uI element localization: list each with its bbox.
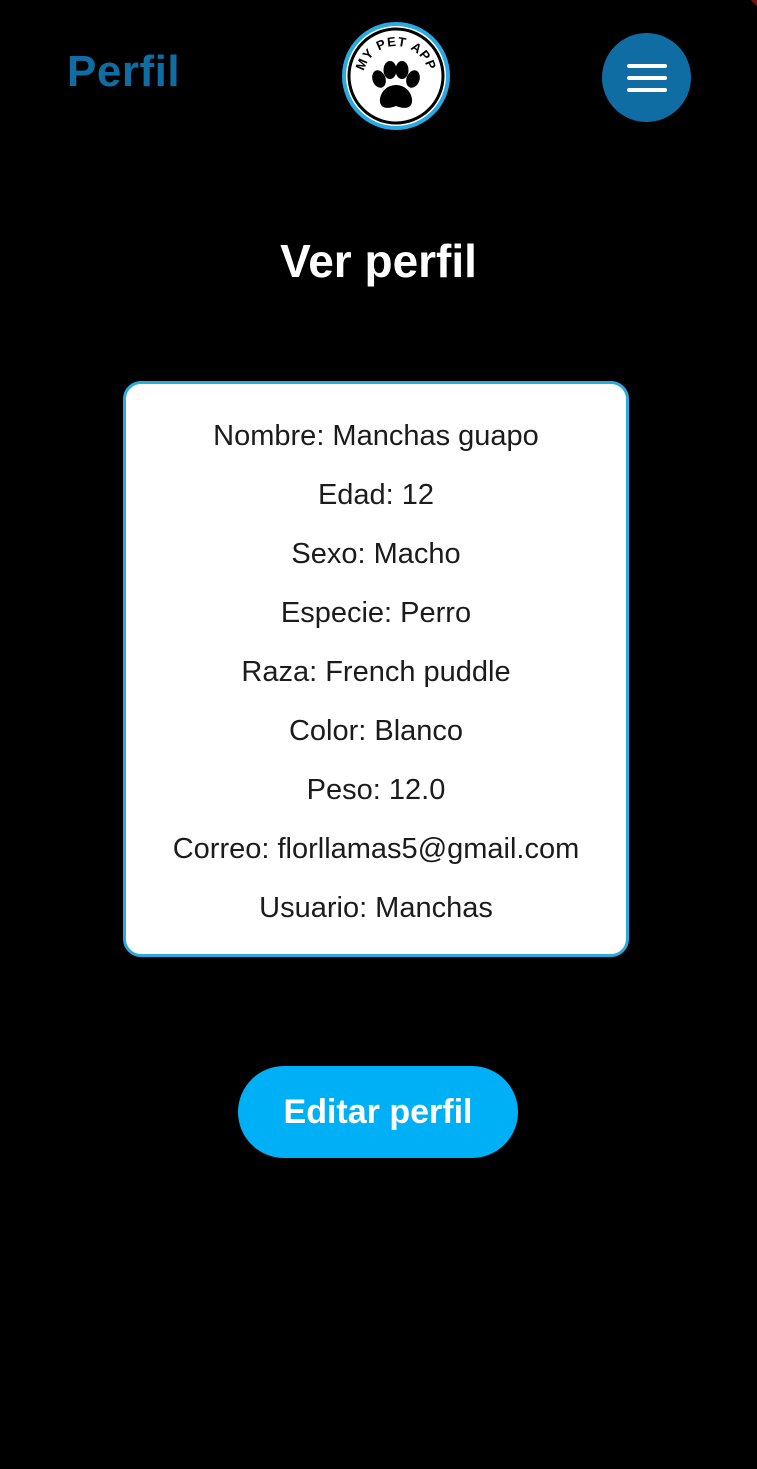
profile-weight: Peso: 12.0 xyxy=(306,774,446,806)
app-logo[interactable]: MY PET APP xyxy=(341,21,451,131)
profile-name: Nombre: Manchas guapo xyxy=(213,420,539,452)
edit-profile-button[interactable]: Editar perfil xyxy=(238,1066,518,1158)
profile-breed: Raza: French puddle xyxy=(241,656,511,688)
paw-icon: MY PET APP xyxy=(342,22,450,130)
profile-username: Usuario: Manchas xyxy=(259,892,493,924)
window-corner-mark xyxy=(747,0,757,10)
profile-card: Nombre: Manchas guapo Edad: 12 Sexo: Mac… xyxy=(123,381,629,957)
header-title: Perfil xyxy=(67,47,181,96)
profile-color: Color: Blanco xyxy=(288,715,464,747)
menu-button[interactable] xyxy=(602,33,691,122)
profile-age: Edad: 12 xyxy=(317,479,435,511)
profile-species: Especie: Perro xyxy=(280,597,472,629)
profile-email: Correo: florllamas5@gmail.com xyxy=(172,833,580,865)
profile-sex: Sexo: Macho xyxy=(291,538,461,570)
hamburger-menu-icon xyxy=(626,63,667,92)
page-title: Ver perfil xyxy=(280,235,477,287)
